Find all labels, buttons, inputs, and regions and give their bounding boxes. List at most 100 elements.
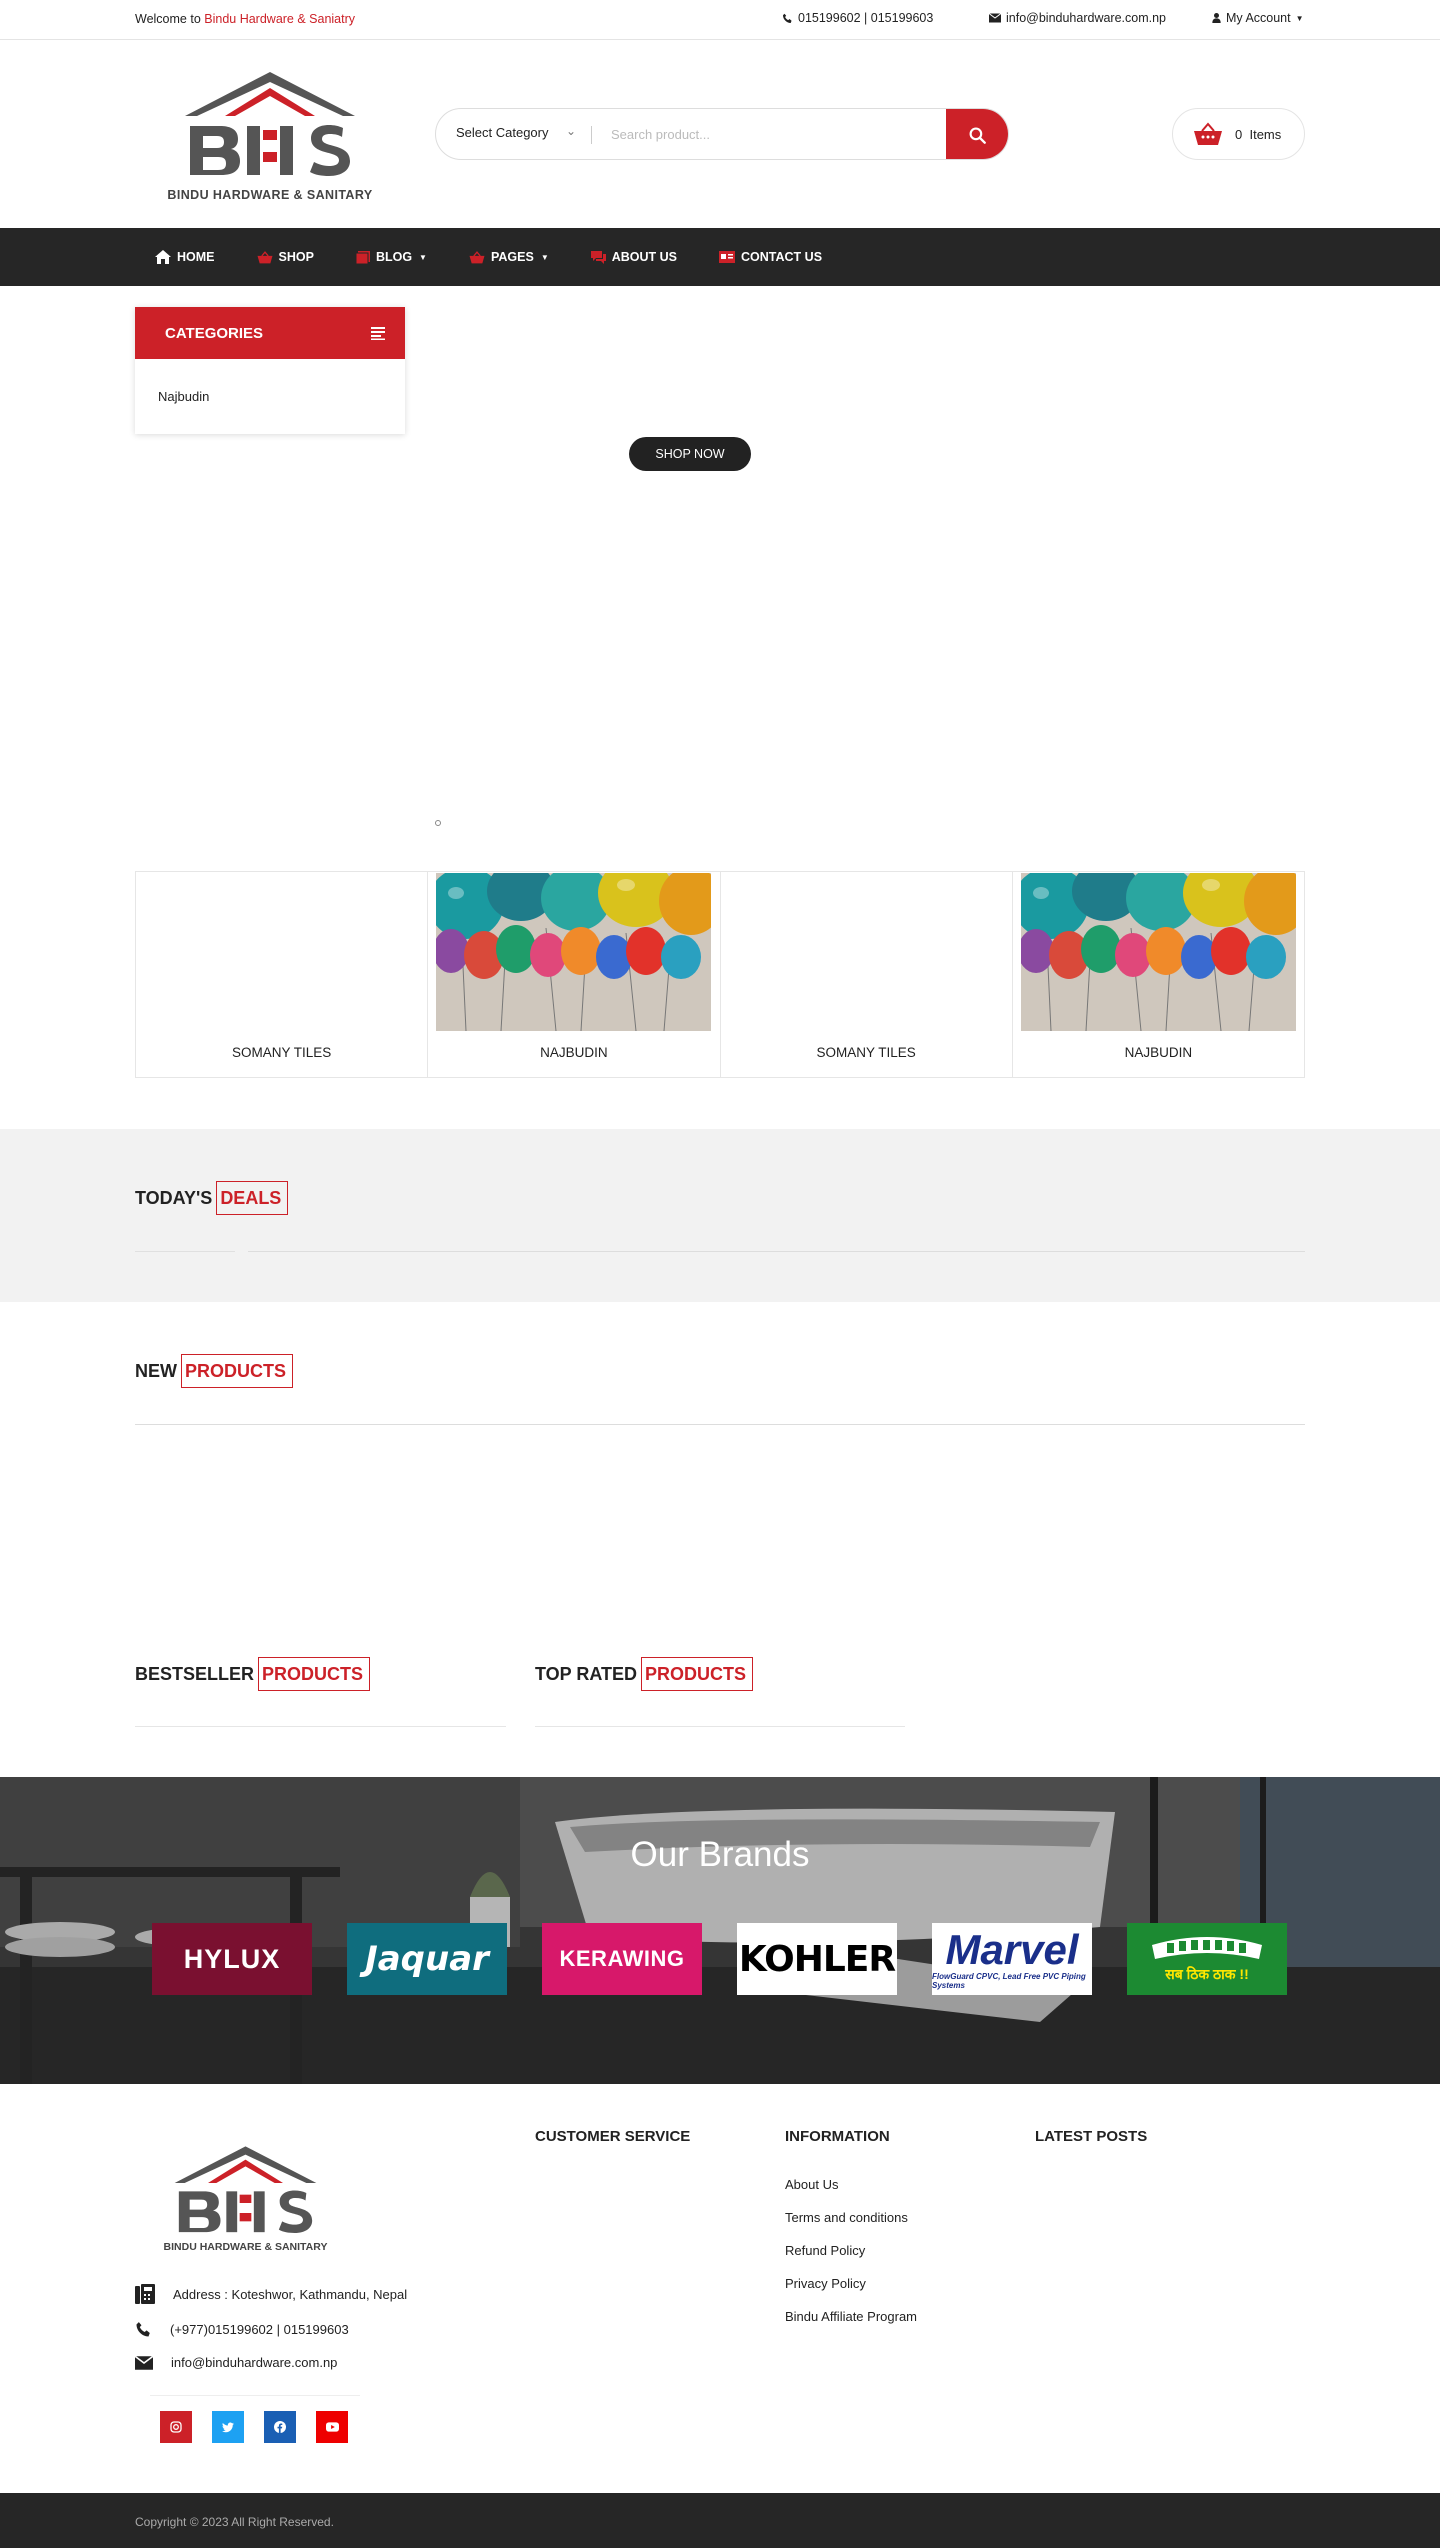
featured-category-card[interactable]: SOMANY TILES <box>721 872 1013 1077</box>
top-rated-prefix: TOP RATED <box>535 1663 638 1684</box>
facebook-icon <box>274 2421 286 2433</box>
basket-icon <box>257 250 272 263</box>
categories-title: CATEGORIES <box>165 324 264 342</box>
brand-emblem-graphic <box>1152 1936 1262 1959</box>
nav-pages-label: PAGES <box>490 250 534 264</box>
cart-summary: 0 Items <box>1235 127 1281 142</box>
brand-hylux-logo[interactable]: HYLUX <box>152 1923 312 1995</box>
top-rated-divider <box>535 1726 905 1727</box>
footer-email-text: info@binduhardware.com.np <box>171 2355 338 2370</box>
category-select[interactable]: Select Category <box>456 125 549 140</box>
chat-icon <box>590 250 606 264</box>
phone-icon <box>136 2322 150 2337</box>
balloons-image[interactable] <box>1020 873 1296 1031</box>
search-bar: Select Category ⌄ <box>435 108 1009 160</box>
copyright-text: Copyright © 2023 All Right Reserved. <box>135 2515 334 2529</box>
envelope-icon <box>135 2355 153 2370</box>
information-heading: INFORMATION <box>785 2128 890 2145</box>
store-name-link[interactable]: Bindu Hardware & Saniatry <box>204 12 355 26</box>
my-account-dropdown[interactable]: My Account ▼ <box>1212 11 1304 25</box>
facebook-button[interactable] <box>264 2411 296 2443</box>
footer-link-privacy[interactable]: Privacy Policy <box>785 2276 866 2291</box>
footer-logo-text: BINDU HARDWARE & SANITARY <box>163 2241 328 2253</box>
new-products-title: NEW PRODUCTS <box>135 1354 294 1388</box>
footer-link-affiliate[interactable]: Bindu Affiliate Program <box>785 2309 917 2324</box>
brand-name: KERAWING <box>559 1946 685 1971</box>
deals-tab-underline <box>135 1251 235 1252</box>
nav-home[interactable]: HOME <box>155 250 215 264</box>
nav-about[interactable]: ABOUT US <box>590 250 678 264</box>
bestseller-divider <box>135 1726 506 1727</box>
nav-about-label: ABOUT US <box>611 250 678 264</box>
nav-shop[interactable]: SHOP <box>257 250 314 264</box>
featured-category-card[interactable]: NAJBUDIN <box>1013 872 1304 1077</box>
twitter-icon <box>222 2422 234 2432</box>
search-button[interactable] <box>946 109 1008 159</box>
caret-down-icon: ▼ <box>1295 13 1304 23</box>
footer-bhs-logo-graphic <box>174 2146 317 2233</box>
caret-down-icon: ▼ <box>540 252 549 262</box>
nav-contact-label: CONTACT US <box>741 250 823 264</box>
top-bar: Welcome to Bindu Hardware & Saniatry 015… <box>0 0 1440 40</box>
cart-count: 0 <box>1235 126 1243 142</box>
footer-link-terms[interactable]: Terms and conditions <box>785 2210 908 2225</box>
brand-sab-thik-thak-logo[interactable]: सब ठिक ठाक !! <box>1127 1923 1287 1995</box>
categories-header[interactable]: CATEGORIES <box>135 307 405 359</box>
search-input[interactable] <box>611 119 921 149</box>
footer-logo[interactable]: BINDU HARDWARE & SANITARY <box>158 2143 333 2255</box>
brand-jaquar-logo[interactable]: Jaquar <box>347 1923 507 1995</box>
caret-down-icon: ▼ <box>419 252 427 262</box>
brand-name: KOHLER <box>738 1938 896 1980</box>
menu-lines-icon[interactable] <box>371 326 385 340</box>
nav-contact[interactable]: CONTACT US <box>719 250 822 264</box>
nav-pages[interactable]: PAGES ▼ <box>469 250 549 264</box>
search-divider <box>591 126 592 144</box>
brands-title: Our Brands <box>630 1835 810 1874</box>
topbar-email[interactable]: info@binduhardware.com.np <box>989 11 1166 25</box>
welcome-text: Welcome to Bindu Hardware & Saniatry <box>135 12 355 26</box>
slider-dot[interactable] <box>435 820 441 826</box>
my-account-label: My Account <box>1226 11 1291 25</box>
featured-category-label[interactable]: NAJBUDIN <box>1013 1045 1304 1060</box>
card-icon <box>719 251 736 263</box>
balloons-image[interactable] <box>436 873 712 1031</box>
featured-category-label[interactable]: SOMANY TILES <box>136 1045 427 1060</box>
cart-button[interactable]: 0 Items <box>1172 108 1305 160</box>
youtube-button[interactable] <box>316 2411 348 2443</box>
copyright-bar: Copyright © 2023 All Right Reserved. <box>0 2493 1440 2548</box>
shop-now-button[interactable]: SHOP NOW <box>629 437 751 471</box>
chevron-down-icon[interactable]: ⌄ <box>566 124 576 138</box>
featured-category-card[interactable]: SOMANY TILES <box>136 872 429 1077</box>
brand-kerawing-logo[interactable]: KERAWING <box>542 1923 702 1995</box>
fax-icon <box>135 2284 155 2304</box>
logo-text: BINDU HARDWARE & SANITARY <box>167 188 373 202</box>
user-icon <box>1212 13 1221 23</box>
featured-category-label[interactable]: SOMANY TILES <box>721 1045 1012 1060</box>
footer-phone: (+977)015199602 | 015199603 <box>135 2321 349 2338</box>
brand-name: सब ठिक ठाक !! <box>1165 1965 1249 1982</box>
basket-icon <box>469 250 485 263</box>
instagram-button[interactable] <box>160 2411 192 2443</box>
nav-home-label: HOME <box>177 250 215 264</box>
brand-kohler-logo[interactable]: KOHLER <box>737 1923 897 1995</box>
site-logo[interactable]: BINDU HARDWARE & SANITARY <box>165 68 375 204</box>
home-icon <box>155 250 171 264</box>
brand-marvel-logo[interactable]: Marvel FlowGuard CPVC, Lead Free PVC Pip… <box>932 1923 1092 1995</box>
top-rated-title: TOP RATED PRODUCTS <box>535 1657 754 1691</box>
featured-category-label[interactable]: NAJBUDIN <box>428 1045 719 1060</box>
latest-posts-heading: LATEST POSTS <box>1035 2128 1148 2145</box>
bhs-logo-graphic <box>185 72 355 176</box>
featured-category-card[interactable]: NAJBUDIN <box>428 872 721 1077</box>
footer-link-about-us[interactable]: About Us <box>785 2177 838 2192</box>
deals-title-prefix: TODAY'S <box>135 1187 213 1208</box>
nav-blog[interactable]: BLOG ▼ <box>355 250 427 264</box>
twitter-button[interactable] <box>212 2411 244 2443</box>
footer-email[interactable]: info@binduhardware.com.np <box>135 2355 337 2370</box>
welcome-prefix: Welcome to <box>135 12 201 26</box>
deals-divider <box>248 1251 1305 1252</box>
footer-address-text: Address : Koteshwor, Kathmandu, Nepal <box>173 2286 408 2302</box>
category-item[interactable]: Najbudin <box>135 359 405 404</box>
footer-link-refund[interactable]: Refund Policy <box>785 2243 865 2258</box>
brand-name: HYLUX <box>183 1943 281 1974</box>
top-rated-highlight: PRODUCTS <box>641 1657 754 1691</box>
